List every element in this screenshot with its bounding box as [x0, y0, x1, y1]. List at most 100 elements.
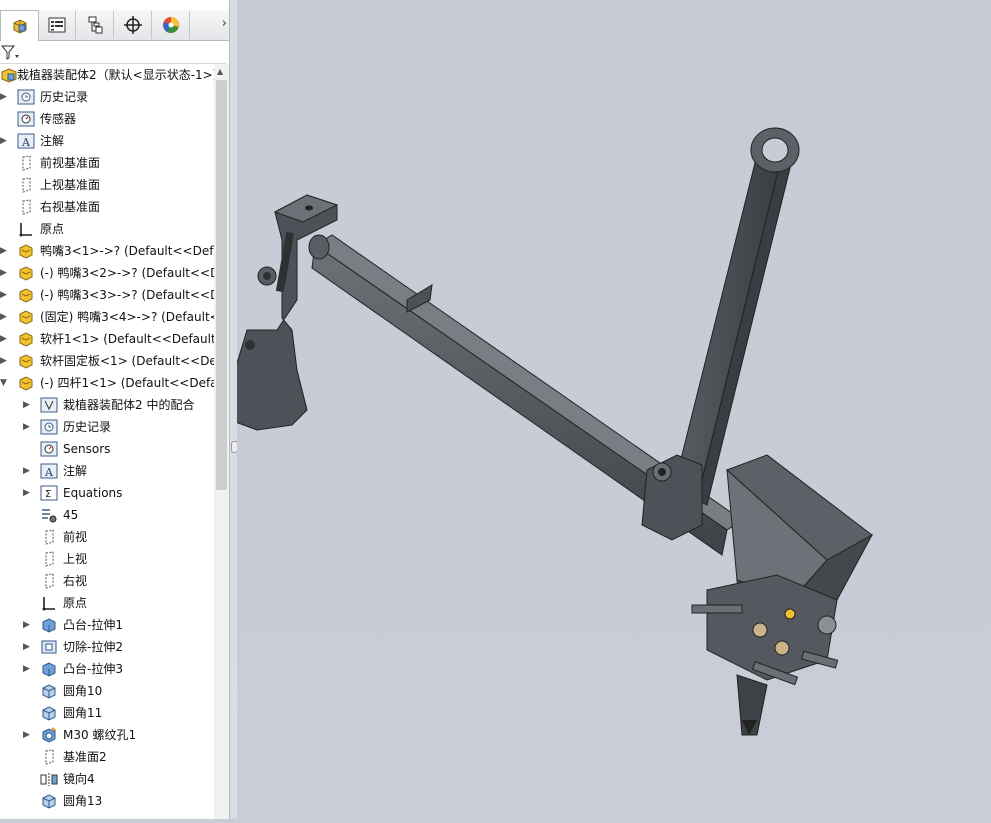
plane-icon	[45, 529, 54, 545]
tree-item[interactable]: ▶ A 注解	[0, 130, 214, 152]
expand-arrow-icon[interactable]: ▶	[0, 289, 10, 301]
tree-item[interactable]: ▶ 栽植器装配体2 中的配合	[0, 394, 214, 416]
fillet-icon	[42, 684, 56, 699]
expand-arrow-icon[interactable]: ▶	[0, 91, 10, 103]
tree-item-label: 上视基准面	[40, 178, 101, 192]
tree-item[interactable]: 原点	[0, 592, 214, 614]
tree-item[interactable]: ▶ M30 螺纹孔1	[0, 724, 214, 746]
expand-arrow-icon[interactable]: ▶	[23, 465, 33, 477]
tree-item[interactable]: 传感器	[0, 108, 214, 130]
hole-icon	[42, 727, 57, 743]
history-icon	[17, 89, 35, 105]
tree-item[interactable]: ▶ (-) 鸭嘴3<3>->? (Default<<De	[0, 284, 214, 306]
filter-icon[interactable]	[0, 43, 22, 63]
part-icon	[19, 332, 33, 347]
expand-arrow-icon[interactable]: ▶	[0, 355, 10, 367]
tree-item[interactable]: ▶ (固定) 鸭嘴3<4>->? (Default<<	[0, 306, 214, 328]
tree-item-label: M30 螺纹孔1	[63, 728, 137, 742]
tree-item-label: 鸭嘴3<1>->? (Default<<Default	[40, 244, 214, 258]
expand-arrow-icon[interactable]: ▶	[23, 421, 33, 433]
tree-item-label: 圆角11	[63, 706, 103, 720]
tree-item[interactable]: ▶ 凸台-拉伸1	[0, 614, 214, 636]
part-icon	[19, 244, 33, 259]
tree-item[interactable]: 原点	[0, 218, 214, 240]
tree-item-label: 基准面2	[63, 750, 107, 764]
graphics-viewport[interactable]	[229, 0, 991, 819]
expand-arrow-icon[interactable]: ▶	[23, 399, 33, 411]
tree-item[interactable]: 45	[0, 504, 214, 526]
tree-item-label: 上视	[63, 552, 88, 566]
scroll-up-icon[interactable]: ▲	[217, 67, 223, 76]
tree-item[interactable]: 右视	[0, 570, 214, 592]
expand-arrow-icon[interactable]: ▶	[23, 619, 33, 631]
tree-item[interactable]: 上视基准面	[0, 174, 214, 196]
tree-item-label: Equations	[63, 486, 123, 500]
expand-arrow-icon[interactable]: ▶	[0, 135, 10, 147]
tree-filter-bar[interactable]	[0, 41, 226, 64]
expand-arrow-icon[interactable]: ▶	[23, 641, 33, 653]
tabs-scroll-right-icon[interactable]: ›	[222, 16, 227, 31]
tree-item-label: 45	[63, 508, 79, 522]
tree-item-label: 前视	[63, 530, 88, 544]
feature-tree: 栽植器装配体2（默认<显示状态-1>） ▶ 历史记录 传感器 ▶ A 注解 前视基准面 上视基…	[0, 64, 214, 819]
tree-root[interactable]: 栽植器装配体2（默认<显示状态-1>）	[0, 64, 214, 86]
tree-item[interactable]: ▶ 凸台-拉伸3	[0, 658, 214, 680]
part-icon	[19, 310, 33, 325]
cut-icon	[41, 640, 57, 654]
expand-arrow-icon[interactable]: ▶	[0, 267, 10, 279]
expand-arrow-icon[interactable]: ▶	[0, 245, 10, 257]
tree-item[interactable]: 右视基准面	[0, 196, 214, 218]
expand-arrow-icon[interactable]: ▶	[23, 729, 33, 741]
tree-item[interactable]: ▶ 鸭嘴3<1>->? (Default<<Default	[0, 240, 214, 262]
tree-item[interactable]: ▶ 历史记录	[0, 416, 214, 438]
tree-item[interactable]: 圆角11	[0, 702, 214, 724]
tab-display-manager[interactable]	[152, 11, 190, 39]
collapse-arrow-icon[interactable]: ▼	[0, 377, 10, 389]
plane-icon	[45, 551, 54, 567]
tab-configuration-manager[interactable]	[76, 11, 114, 39]
expand-arrow-icon[interactable]: ▶	[0, 333, 10, 345]
tree-item-label: (固定) 鸭嘴3<4>->? (Default<<	[40, 310, 214, 324]
tree-item-label: Sensors	[63, 442, 111, 456]
origin-icon	[19, 223, 32, 237]
manager-tabs: ›	[0, 10, 229, 41]
tree-item[interactable]: ▶ 软杆固定板<1> (Default<<Def	[0, 350, 214, 372]
expand-arrow-icon[interactable]: ▶	[23, 487, 33, 499]
plane-icon	[45, 749, 54, 765]
scrollbar-thumb[interactable]	[216, 80, 227, 490]
expand-arrow-icon[interactable]: ▶	[23, 663, 33, 675]
tree-item[interactable]: 圆角10	[0, 680, 214, 702]
material-icon	[42, 509, 57, 523]
tree-item[interactable]: 圆角13	[0, 790, 214, 812]
tree-item[interactable]: 镜向4	[0, 768, 214, 790]
duckbill-mechanism	[691, 574, 839, 736]
tree-item[interactable]: ▶ 软杆1<1> (Default<<Default>	[0, 328, 214, 350]
tree-item[interactable]: ▶ (-) 鸭嘴3<2>->? (Default<<De	[0, 262, 214, 284]
configuration-icon	[88, 16, 102, 34]
plane-icon	[22, 155, 31, 171]
tree-item[interactable]: ▶ 历史记录	[0, 86, 214, 108]
tree-scrollbar[interactable]: ▲	[214, 64, 229, 819]
mirror-icon	[40, 773, 58, 786]
tree-item[interactable]: Sensors	[0, 438, 214, 460]
expand-arrow-icon[interactable]: ▶	[0, 311, 10, 323]
tree-item-label: 原点	[40, 222, 65, 236]
tab-feature-manager[interactable]	[0, 10, 39, 41]
plane-icon	[22, 177, 31, 193]
tree-item[interactable]: 上视	[0, 548, 214, 570]
fillet-icon	[42, 706, 56, 721]
tree-item[interactable]: ▶ Σ Equations	[0, 482, 214, 504]
tab-dimxpert-manager[interactable]	[114, 11, 152, 39]
svg-text:Σ: Σ	[45, 489, 51, 500]
tree-item-label: 软杆1<1> (Default<<Default>	[40, 332, 214, 346]
tree-item[interactable]: 前视	[0, 526, 214, 548]
tree-item[interactable]: ▼ (-) 四杆1<1> (Default<<Defau	[0, 372, 214, 394]
tree-item[interactable]: ▶ A 注解	[0, 460, 214, 482]
tab-property-manager[interactable]	[38, 11, 76, 39]
tree-item[interactable]: 前视基准面	[0, 152, 214, 174]
tree-item-label: 凸台-拉伸3	[63, 662, 123, 676]
svg-text:A: A	[21, 136, 31, 149]
tree-item[interactable]: 基准面2	[0, 746, 214, 768]
tree-item[interactable]: ▶ 切除-拉伸2	[0, 636, 214, 658]
part-icon	[19, 376, 33, 391]
